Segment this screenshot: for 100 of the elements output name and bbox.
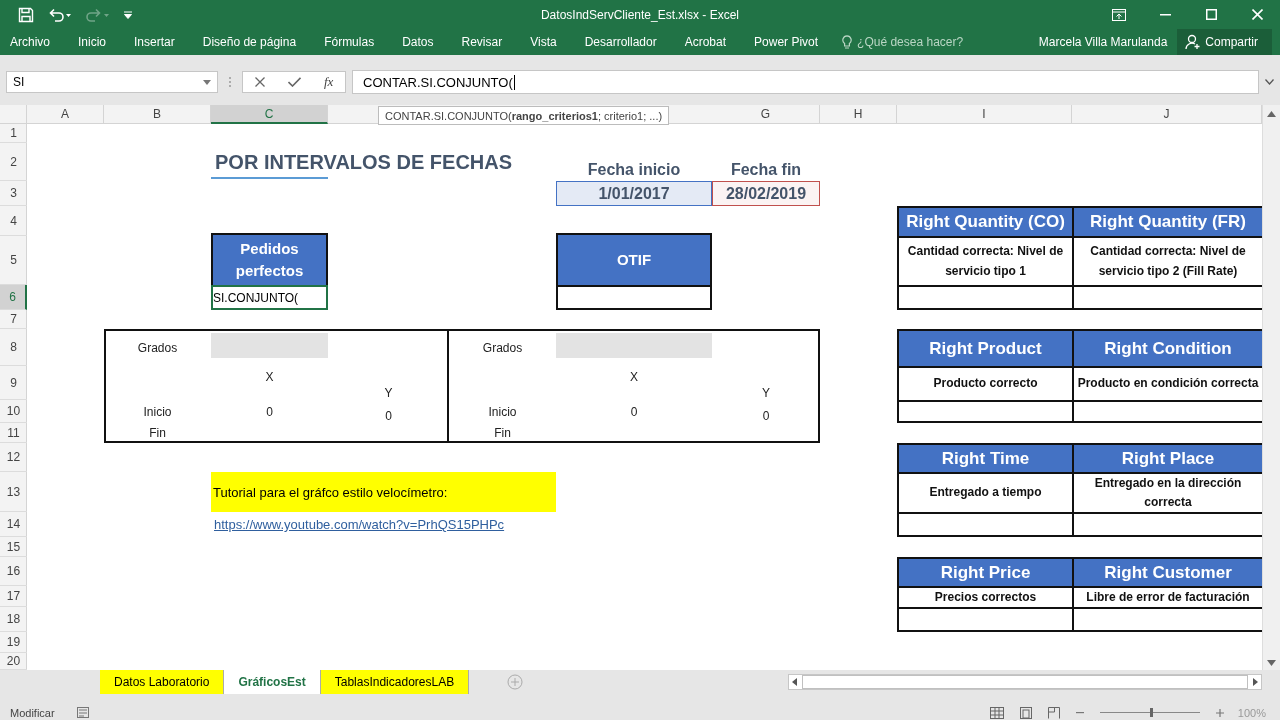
ribbon-tab[interactable]: Revisar [461, 35, 503, 49]
row-header[interactable]: 19 [0, 632, 27, 653]
row-header[interactable]: 12 [0, 443, 27, 472]
indicator-value-cell[interactable] [1072, 512, 1262, 537]
end-date-cell[interactable]: 28/02/2019 [712, 181, 820, 206]
row-header[interactable]: 3 [0, 181, 27, 206]
degrees-label: Grados [481, 339, 524, 357]
name-box[interactable]: SI [6, 71, 218, 93]
formula-field[interactable]: CONTAR.SI.CONJUNTO( [352, 70, 1259, 94]
indicator-description: Precios correctos [897, 586, 1072, 607]
y-label: Y [383, 385, 394, 400]
x-value: 0 [265, 403, 274, 421]
undo-icon[interactable] [48, 7, 72, 22]
kpi-header: OTIF [556, 233, 712, 285]
ribbon-display-icon[interactable] [1112, 8, 1126, 21]
row-header[interactable]: 17 [0, 586, 27, 607]
row-header[interactable]: 6 [0, 285, 27, 310]
lightbulb-icon [842, 34, 853, 50]
sheet-tab[interactable]: TablasIndicadoresLAB [320, 670, 470, 694]
row-header[interactable]: 7 [0, 310, 27, 329]
sheet-tab[interactable]: Datos Laboratorio [100, 670, 225, 694]
ribbon-tab[interactable]: Acrobat [684, 35, 727, 49]
ribbon-tab[interactable]: Datos [402, 35, 434, 49]
row-header[interactable]: 1 [0, 124, 27, 143]
row-header[interactable]: 15 [0, 537, 27, 557]
indicator-header: Right Quantity (CO) [897, 206, 1072, 236]
zoom-in-icon[interactable] [1215, 708, 1224, 717]
indicator-value-cell[interactable] [897, 607, 1072, 632]
row-header[interactable]: 8 [0, 329, 27, 366]
insert-function-button[interactable]: fx [324, 74, 334, 90]
maximize-icon[interactable] [1205, 9, 1217, 20]
row-header[interactable]: 16 [0, 557, 27, 586]
indicator-value-cell[interactable] [897, 400, 1072, 423]
start-label: Inicio [142, 403, 173, 421]
sheet-tab[interactable]: GráficosEst [224, 670, 321, 694]
column-header[interactable]: G [712, 105, 820, 124]
scroll-down-icon[interactable] [1267, 660, 1276, 666]
indicator-value-cell[interactable] [897, 512, 1072, 537]
start-label: Inicio [487, 403, 518, 421]
row-header[interactable]: 4 [0, 206, 27, 236]
macro-record-icon[interactable] [76, 707, 89, 718]
zoom-out-icon[interactable] [1075, 711, 1084, 714]
indicator-value-cell[interactable] [1072, 400, 1262, 423]
ribbon-tab[interactable]: Fórmulas [324, 35, 375, 49]
row-header[interactable]: 18 [0, 607, 27, 632]
y-value: 0 [384, 408, 393, 423]
video-link[interactable]: https://www.youtube.com/watch?v=PrhQS15PHPc [211, 517, 556, 532]
save-icon[interactable] [18, 6, 34, 23]
indicator-value-cell[interactable] [897, 285, 1072, 310]
row-header[interactable]: 9 [0, 366, 27, 400]
indicator-header: Right Quantity (FR) [1072, 206, 1262, 236]
end-label: Fin [148, 425, 167, 442]
customize-icon[interactable] [124, 10, 132, 19]
ribbon-tab[interactable]: Archivo [10, 35, 50, 49]
row-header[interactable]: 10 [0, 400, 27, 423]
row-header[interactable]: 2 [0, 143, 27, 181]
indicator-header: Right Condition [1072, 329, 1262, 366]
indicator-description: Entregado a tiempo [897, 472, 1072, 512]
vertical-scrollbar[interactable] [1262, 105, 1280, 670]
start-date-cell[interactable]: 1/01/2017 [556, 181, 712, 206]
normal-view-icon[interactable] [989, 706, 1004, 719]
kpi-header: Pedidos perfectos [211, 233, 328, 285]
share-button[interactable]: Compartir [1177, 29, 1272, 55]
indicator-header: Right Price [897, 557, 1072, 586]
ribbon-tab[interactable]: Insertar [134, 35, 175, 49]
row-header[interactable]: 11 [0, 423, 27, 443]
user-name: Marcela Villa Marulanda [1038, 35, 1168, 49]
close-icon[interactable] [1251, 9, 1263, 20]
end-date-label: Fecha fin [729, 161, 803, 180]
window-title: DatosIndServCliente_Est.xlsx - Excel [540, 7, 740, 22]
x-label: X [629, 369, 639, 386]
column-header[interactable]: A [27, 105, 104, 124]
expand-icon[interactable] [1265, 79, 1274, 85]
page-break-icon[interactable] [1047, 706, 1060, 719]
ribbon-tab[interactable]: Vista [530, 35, 557, 49]
minimize-icon[interactable] [1159, 13, 1171, 16]
x-value: 0 [629, 403, 639, 421]
page-layout-icon[interactable] [1019, 706, 1032, 719]
row-header[interactable]: 14 [0, 512, 27, 537]
column-header[interactable]: H [820, 105, 897, 124]
kpi-value-cell[interactable]: SI.CONJUNTO( [211, 285, 328, 310]
row-header[interactable]: 13 [0, 472, 27, 512]
indicator-value-cell[interactable] [1072, 285, 1262, 310]
ribbon-tab[interactable]: Diseño de página [202, 35, 297, 49]
cancel-icon[interactable] [254, 77, 265, 87]
horizontal-scrollbar[interactable] [788, 674, 1262, 690]
column-header[interactable]: C [211, 105, 328, 124]
kpi-value-cell[interactable] [556, 285, 712, 310]
indicator-value-cell[interactable] [1072, 607, 1262, 632]
indicator-header: Right Product [897, 329, 1072, 366]
scroll-up-icon[interactable] [1267, 111, 1276, 117]
column-header[interactable]: J [1072, 105, 1262, 124]
end-label: Fin [493, 425, 512, 442]
status-mode: Modificar [10, 706, 55, 719]
ribbon-tab[interactable]: Desarrollador [584, 35, 657, 49]
ribbon-tab[interactable]: Inicio [78, 35, 107, 49]
checkmark-icon[interactable] [287, 77, 301, 87]
tell-me-field[interactable]: ¿Qué desea hacer? [857, 35, 964, 49]
ribbon-tab[interactable]: Power Pivot [754, 35, 819, 49]
column-header[interactable]: I [897, 105, 1072, 124]
